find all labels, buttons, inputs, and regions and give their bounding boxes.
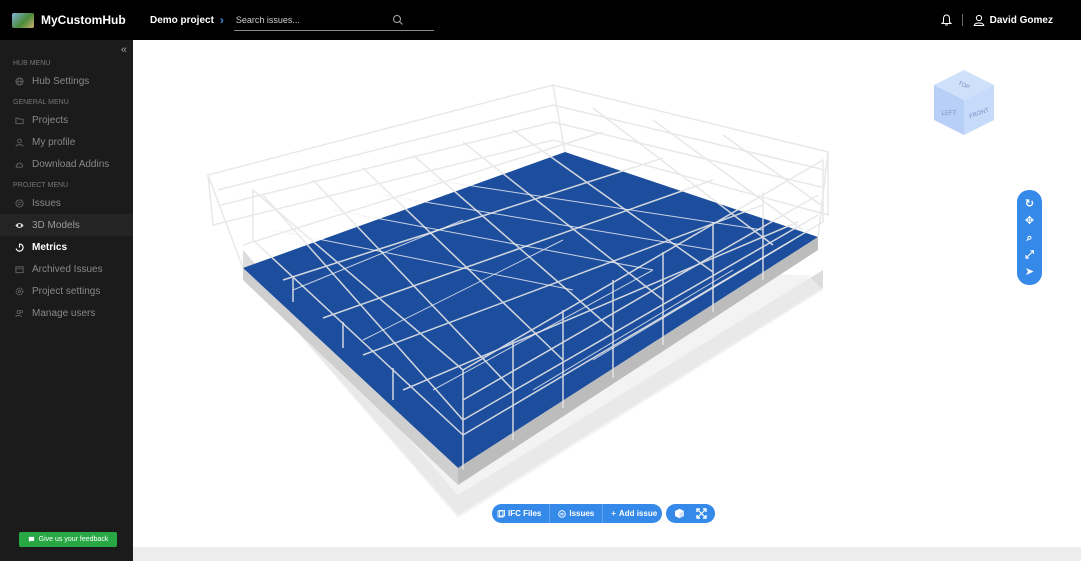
- add-issue-label: Add issue: [618, 509, 658, 518]
- ifc-files-label: IFC Files: [508, 509, 542, 518]
- issues-button[interactable]: Issues: [558, 509, 594, 518]
- users-icon: [15, 309, 23, 317]
- sidebar-item-hub-settings[interactable]: Hub Settings: [0, 70, 133, 92]
- search-icon[interactable]: [392, 14, 404, 26]
- sidebar-item-label: Metrics: [32, 241, 68, 253]
- cloud-icon: [15, 162, 24, 168]
- navcube-left: LEFT: [942, 111, 957, 117]
- sidebar-item-projects[interactable]: Projects: [0, 109, 133, 131]
- metrics-icon: [15, 242, 24, 252]
- issues-icon: [558, 509, 567, 518]
- chat-icon: [28, 536, 34, 543]
- user-menu[interactable]: David Gomez: [973, 14, 1053, 26]
- viewer-footer-strip: [133, 547, 1081, 561]
- divider: [602, 504, 604, 523]
- fit-icon[interactable]: ⤢: [1025, 249, 1034, 261]
- divider: [549, 504, 551, 523]
- divider: [961, 14, 963, 26]
- viewer-actions-pill: IFC Files Issues + Add issue: [492, 504, 663, 523]
- top-bar: MyCustomHub Demo project › David Gomez: [0, 0, 1081, 40]
- brand[interactable]: MyCustomHub: [0, 0, 133, 40]
- sidebar-item-label: Hub Settings: [32, 75, 90, 87]
- feedback-button[interactable]: Give us your feedback: [19, 532, 117, 547]
- user-name: David Gomez: [989, 14, 1053, 26]
- navigation-cube[interactable]: TOP LEFT FRONT: [919, 55, 1009, 145]
- sidebar-item-manage-users[interactable]: Manage users: [0, 302, 133, 324]
- fullscreen-icon[interactable]: [696, 508, 707, 519]
- brand-logo: [12, 12, 34, 28]
- sidebar-item-label: Download Addins: [32, 158, 110, 170]
- sidebar-item-label: Project settings: [32, 285, 101, 297]
- files-icon: [497, 509, 505, 517]
- chevron-right-icon: ›: [219, 13, 224, 27]
- viewer-bottom-toolbar: IFC Files Issues + Add issue: [492, 504, 716, 523]
- top-right-actions: David Gomez: [940, 0, 1053, 40]
- feedback-label: Give us your feedback: [38, 536, 109, 543]
- plus-icon: +: [611, 509, 616, 518]
- sidebar-item-label: My profile: [32, 136, 76, 148]
- sidebar-item-label: Archived Issues: [32, 263, 103, 275]
- model-viewer[interactable]: TOP LEFT FRONT ↻ ✥ ⌕ ⤢ ➤ IFC Files Issue…: [133, 40, 1081, 547]
- user-icon: [15, 138, 24, 147]
- archive-icon: [15, 265, 24, 273]
- ifc-files-button[interactable]: IFC Files: [497, 509, 541, 518]
- sidebar-item-my-profile[interactable]: My profile: [0, 131, 133, 153]
- issues-icon: [15, 198, 24, 208]
- search-input[interactable]: [233, 9, 434, 31]
- cube-view-icon[interactable]: [674, 508, 685, 519]
- sidebar-item-issues[interactable]: Issues: [0, 192, 133, 214]
- select-icon[interactable]: ➤: [1025, 266, 1034, 278]
- issues-label: Issues: [569, 509, 595, 518]
- sidebar-item-project-settings[interactable]: Project settings: [0, 280, 133, 302]
- globe-icon: [15, 76, 24, 86]
- sidebar: « HUB MENU Hub Settings GENERAL MENU Pro…: [0, 40, 133, 561]
- project-menu-title: PROJECT MENU: [13, 182, 69, 189]
- gear-icon: [15, 287, 24, 295]
- eye-icon: [15, 222, 24, 228]
- breadcrumb[interactable]: Demo project ›: [150, 13, 224, 27]
- sidebar-item-label: 3D Models: [32, 219, 80, 231]
- sidebar-item-download-addins[interactable]: Download Addins: [0, 153, 133, 175]
- sidebar-item-label: Projects: [32, 114, 69, 126]
- folder-icon: [15, 117, 24, 124]
- hub-menu-title: HUB MENU: [13, 60, 51, 67]
- sidebar-item-label: Issues: [32, 197, 61, 209]
- bell-icon[interactable]: [940, 14, 952, 26]
- sidebar-item-label: Manage users: [32, 307, 96, 319]
- sidebar-item-archived-issues[interactable]: Archived Issues: [0, 258, 133, 280]
- viewer-side-tools: ↻ ✥ ⌕ ⤢ ➤: [1017, 190, 1042, 285]
- zoom-icon[interactable]: ⌕: [1026, 232, 1032, 244]
- collapse-sidebar-icon[interactable]: «: [121, 44, 127, 56]
- project-name[interactable]: Demo project: [150, 15, 214, 26]
- general-menu-title: GENERAL MENU: [13, 99, 69, 106]
- sidebar-item-3d-models[interactable]: 3D Models: [0, 214, 133, 236]
- add-issue-button[interactable]: + Add issue: [611, 509, 657, 518]
- rotate-icon[interactable]: ↻: [1025, 198, 1034, 210]
- app-name: MyCustomHub: [41, 13, 126, 27]
- sidebar-item-metrics[interactable]: Metrics: [0, 236, 133, 258]
- user-icon: [973, 14, 985, 26]
- pan-icon[interactable]: ✥: [1025, 215, 1034, 227]
- view-tools-pill: [666, 504, 716, 523]
